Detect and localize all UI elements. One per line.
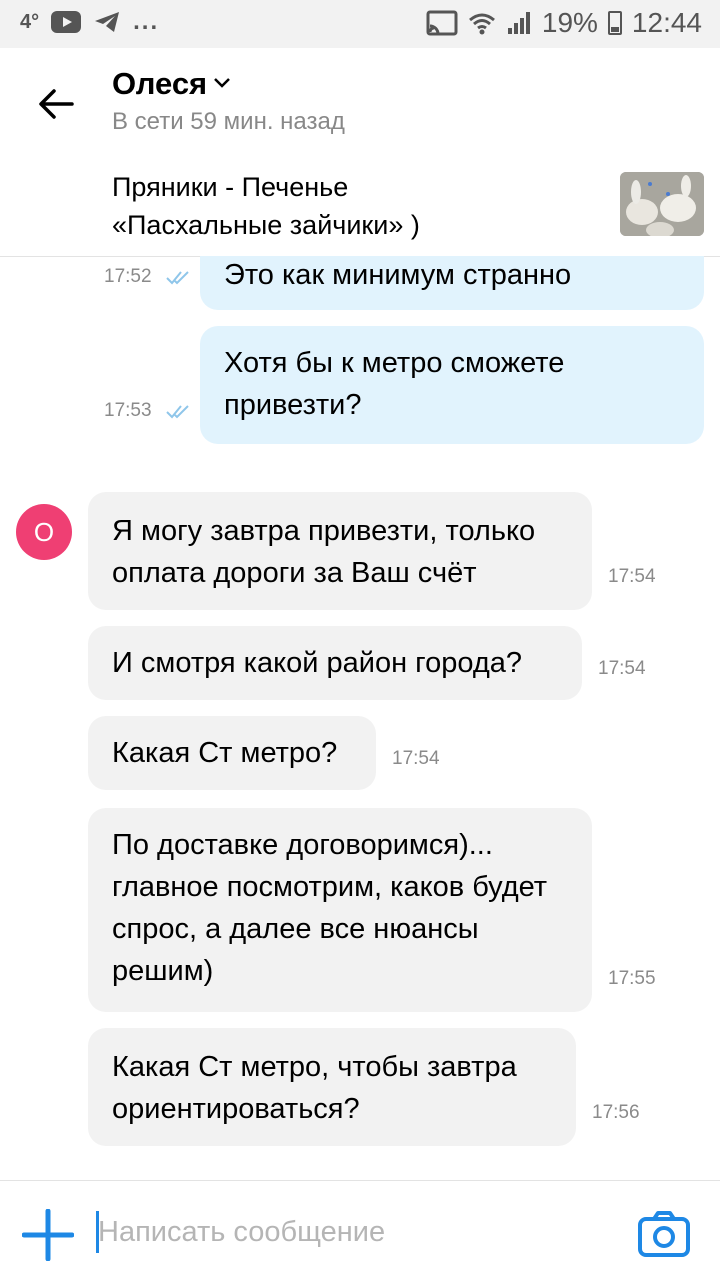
message-time: 17:55	[608, 968, 656, 989]
incoming-message[interactable]: Какая Ст метро?	[88, 716, 376, 790]
product-banner[interactable]: Пряники - Печенье «Пасхальные зайчики» )	[0, 152, 720, 257]
message-time: 17:52	[104, 266, 152, 287]
telegram-icon	[95, 12, 120, 32]
message-time: 17:54	[392, 748, 440, 769]
chat-header: Олеся В сети 59 мин. назад	[0, 48, 720, 153]
cast-icon	[426, 10, 458, 36]
contact-avatar[interactable]: О	[16, 504, 72, 560]
incoming-message[interactable]: Какая Ст метро, чтобы завтра ориентирова…	[88, 1028, 576, 1146]
status-left: 4° ...	[20, 8, 159, 36]
battery-percent: 19%	[541, 7, 598, 38]
message-text: Это как минимум странно	[224, 259, 572, 291]
read-receipt-icon	[166, 271, 189, 285]
clock: 12:44	[631, 7, 702, 38]
outgoing-message[interactable]: Это как минимум странно	[200, 256, 704, 310]
temperature-text: 4°	[20, 10, 40, 33]
message-text: По доставке договоримся)... главное посм…	[112, 829, 548, 987]
message-text: Какая Ст метро, чтобы завтра ориентирова…	[112, 1051, 517, 1125]
message-time: 17:53	[104, 400, 152, 421]
incoming-message[interactable]: Я могу завтра привезти, только оплата до…	[88, 492, 592, 610]
plus-icon[interactable]	[22, 1209, 74, 1261]
product-title[interactable]: Пряники - Печенье «Пасхальные зайчики» )	[112, 168, 420, 244]
message-composer	[0, 1180, 720, 1281]
message-input[interactable]	[98, 1211, 598, 1253]
signal-icon	[507, 12, 530, 34]
message-list[interactable]: Это как минимум странно 17:52 Хотя бы к …	[0, 256, 720, 1180]
chevron-down-icon[interactable]	[213, 76, 231, 90]
read-receipt-icon	[166, 405, 189, 419]
message-time: 17:54	[608, 566, 656, 587]
battery-icon	[607, 11, 622, 35]
message-text: Какая Ст метро?	[112, 737, 338, 769]
bunny-cookies-image	[620, 172, 704, 236]
camera-icon[interactable]	[638, 1211, 690, 1257]
back-arrow-icon[interactable]	[36, 84, 76, 124]
incoming-message[interactable]: И смотря какой район города?	[88, 626, 582, 700]
youtube-icon	[51, 11, 82, 33]
wifi-icon	[468, 13, 495, 35]
message-text: И смотря какой район города?	[112, 647, 523, 679]
outgoing-message[interactable]: Хотя бы к метро сможете привезти?	[200, 326, 704, 444]
status-right: 19% 12:44	[426, 7, 702, 39]
message-time: 17:56	[592, 1102, 640, 1123]
message-time: 17:54	[598, 658, 646, 679]
message-text: Я могу завтра привезти, только оплата до…	[112, 515, 536, 589]
contact-name[interactable]: Олеся	[112, 66, 207, 102]
more-notifications-text: ...	[133, 8, 160, 35]
message-text: Хотя бы к метро сможете привезти?	[224, 347, 565, 421]
product-thumbnail[interactable]	[620, 172, 704, 236]
contact-status: В сети 59 мин. назад	[112, 108, 345, 135]
incoming-message[interactable]: По доставке договоримся)... главное посм…	[88, 808, 592, 1012]
status-bar: 4° ... 19% 12:44	[0, 0, 720, 48]
